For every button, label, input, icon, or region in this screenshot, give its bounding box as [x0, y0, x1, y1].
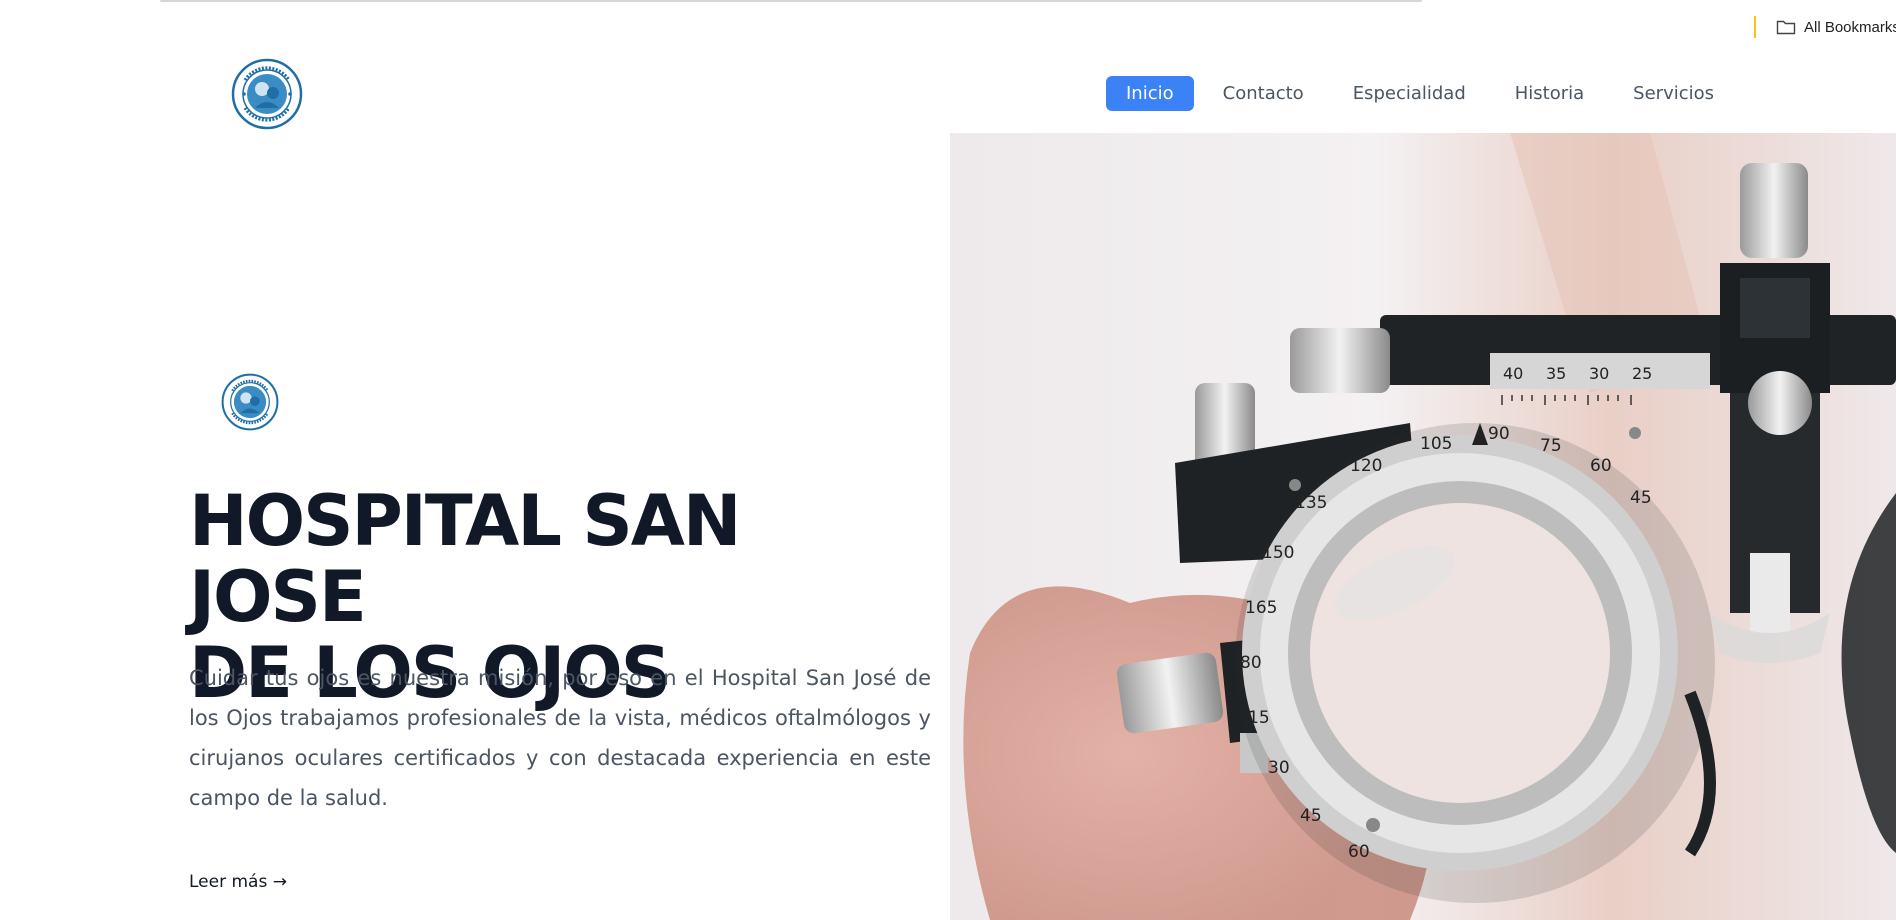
hero-photo-trial-frame: 40 35 30 25 105 90 75 60 45 120 135 150 …: [950, 133, 1896, 920]
nav-especialidad[interactable]: Especialidad: [1333, 76, 1486, 111]
nav-contacto[interactable]: Contacto: [1203, 76, 1324, 111]
hero-description: Cuidar tus ojos es nuestra misión, por e…: [189, 666, 931, 810]
main-nav: Inicio Contacto Especialidad Historia Se…: [1106, 76, 1743, 111]
hero-title-line1: HOSPITAL SAN JOSE: [189, 480, 741, 638]
dial-30: 30: [1268, 758, 1290, 778]
dial-135: 135: [1295, 493, 1327, 513]
nav-historia[interactable]: Historia: [1495, 76, 1604, 111]
dial-45: 45: [1630, 488, 1652, 508]
dial-105: 105: [1420, 434, 1452, 454]
hospital-logo[interactable]: [231, 58, 303, 130]
dial-150: 150: [1262, 543, 1294, 563]
all-bookmarks-label: All Bookmarks: [1804, 18, 1896, 36]
folder-icon: [1776, 19, 1796, 35]
dial-60b: 60: [1348, 842, 1370, 862]
nav-inicio[interactable]: Inicio: [1106, 76, 1194, 111]
dial-60: 60: [1590, 456, 1612, 476]
nav-servicios[interactable]: Servicios: [1613, 76, 1734, 111]
logo-seal-small-icon: [221, 373, 279, 431]
read-more-link[interactable]: Leer más →: [189, 872, 287, 892]
page: All Bookmarks Inicio Contacto Especialid…: [0, 0, 1896, 920]
scale-40: 40: [1503, 364, 1523, 383]
all-bookmarks-button[interactable]: All Bookmarks: [1776, 15, 1896, 39]
scale-25: 25: [1632, 364, 1652, 383]
hospital-logo-small: [221, 373, 279, 431]
address-bar-edge: [160, 0, 1422, 2]
logo-seal-icon: [231, 58, 303, 130]
dial-75: 75: [1540, 436, 1562, 456]
dial-90: 90: [1488, 424, 1510, 444]
dial-165: 165: [1245, 598, 1277, 618]
dial-120: 120: [1350, 456, 1382, 476]
dial-45b: 45: [1300, 806, 1322, 826]
scale-35: 35: [1546, 364, 1566, 383]
dial-80: 80: [1240, 653, 1262, 673]
dial-15: 15: [1248, 708, 1270, 728]
scale-30: 30: [1589, 364, 1609, 383]
bookmarks-divider: [1754, 16, 1756, 38]
